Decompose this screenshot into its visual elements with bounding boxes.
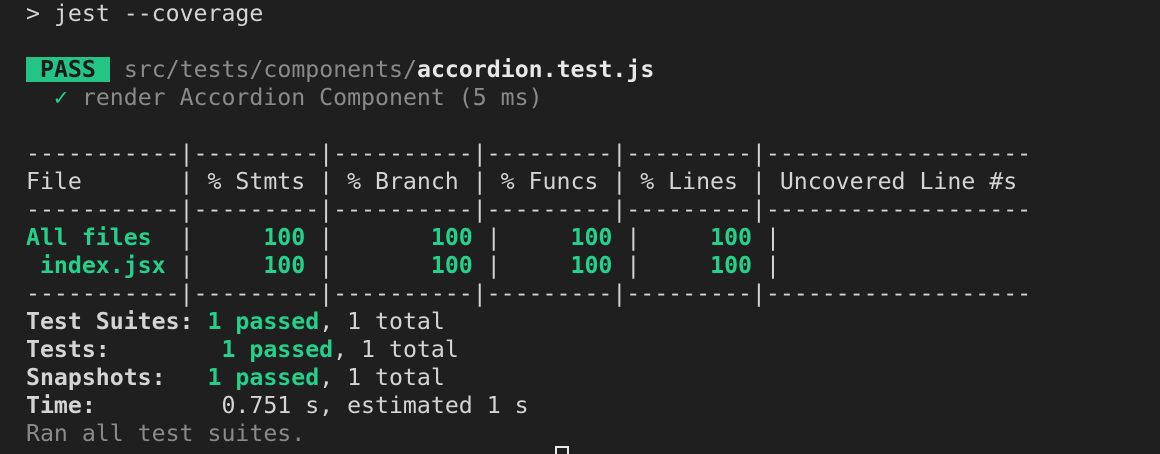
row-branch: 100 (347, 252, 473, 279)
test-file-name: accordion.test.js (416, 56, 655, 83)
table-row: All files | 100 | 100 | 100 | 100 | (26, 224, 794, 251)
row-lines: 100 (654, 252, 752, 279)
summary-label: Test Suites: (26, 308, 194, 335)
summary-label: Snapshots: (26, 364, 166, 391)
terminal-cursor[interactable] (555, 446, 569, 454)
prompt-symbol: > (26, 0, 40, 27)
summary-time: Time: 0.751 s, estimated 1 s (26, 392, 529, 420)
check-icon: ✓ (53, 84, 68, 111)
summary-label: Time: (26, 392, 96, 419)
row-branch: 100 (347, 224, 473, 251)
row-funcs: 100 (514, 224, 613, 251)
row-stmts: 100 (207, 252, 306, 279)
summary-passed: 1 passed (207, 364, 320, 391)
table-separator-bottom: -----------|---------|----------|-------… (26, 280, 1032, 307)
summary-total: , 1 total (319, 364, 445, 391)
test-case-line: ✓ render Accordion Component (5 ms) (26, 84, 543, 112)
row-file: All files (26, 224, 180, 251)
summary-passed: 1 passed (221, 336, 334, 363)
summary-snapshots: Snapshots: 1 passed, 1 total (26, 364, 445, 392)
row-lines: 100 (654, 224, 752, 251)
table-header: File | % Stmts | % Branch | % Funcs | % … (26, 168, 1032, 195)
command-line: > jest --coverage (26, 0, 263, 28)
row-funcs: 100 (514, 252, 613, 279)
table-row: index.jsx | 100 | 100 | 100 | 100 | (26, 252, 794, 279)
pass-badge: PASS (26, 57, 110, 82)
summary-total: , 1 total (319, 308, 445, 335)
summary-passed: 1 passed (207, 308, 320, 335)
time-value: 0.751 s, estimated 1 s (221, 392, 529, 419)
table-separator-top: -----------|---------|----------|-------… (26, 140, 1032, 167)
test-file-dir: src/tests/components/ (123, 56, 417, 83)
row-file: index.jsx (26, 252, 180, 279)
test-case-name: render Accordion Component (5 ms) (81, 84, 543, 111)
command-text: jest --coverage (53, 0, 264, 27)
test-result-line: PASS src/tests/components/accordion.test… (26, 56, 654, 84)
summary-tests: Tests: 1 passed, 1 total (26, 336, 459, 364)
summary-total: , 1 total (333, 336, 459, 363)
table-separator-mid: -----------|---------|----------|-------… (26, 196, 1032, 223)
summary-suites: Test Suites: 1 passed, 1 total (26, 308, 445, 336)
terminal-window: > jest --coverage PASS src/tests/compone… (0, 0, 1160, 454)
summary-label: Tests: (26, 336, 110, 363)
row-stmts: 100 (207, 224, 306, 251)
ran-all-message: Ran all test suites. (26, 420, 306, 447)
